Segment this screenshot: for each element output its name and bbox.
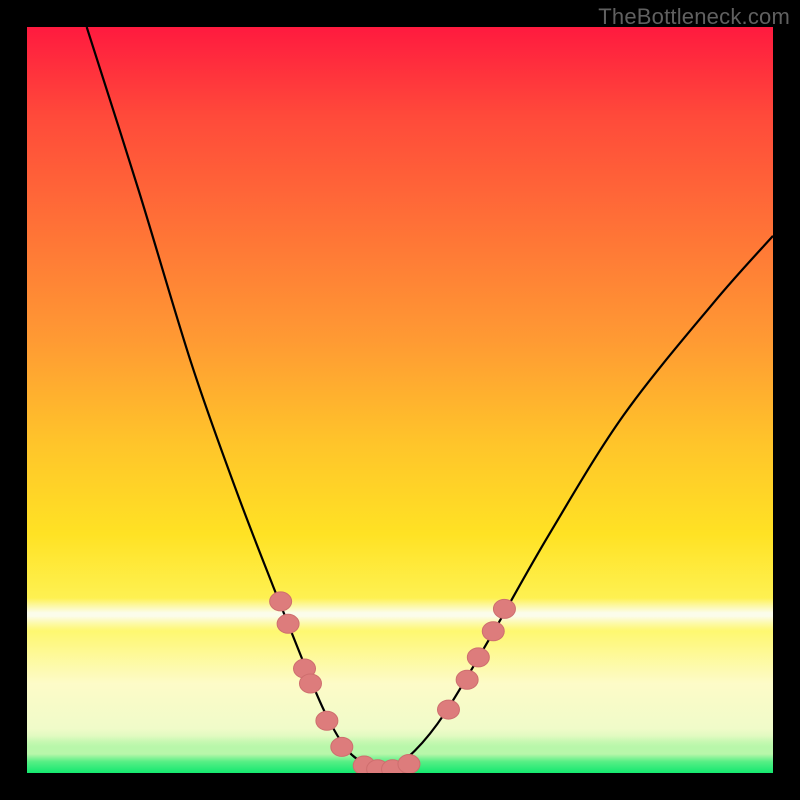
chart-frame: TheBottleneck.com [0, 0, 800, 800]
data-dot [467, 648, 489, 667]
data-dot [270, 592, 292, 611]
data-dot [398, 755, 420, 773]
bottleneck-curve [87, 27, 773, 767]
chart-svg [27, 27, 773, 773]
data-dot [482, 622, 504, 641]
data-dot [493, 599, 515, 618]
data-dot [316, 711, 338, 730]
data-dot [331, 737, 353, 756]
data-dot [456, 670, 478, 689]
plot-area [27, 27, 773, 773]
data-dot [277, 614, 299, 633]
data-dots [270, 592, 516, 773]
data-dot [299, 674, 321, 693]
watermark-text: TheBottleneck.com [598, 4, 790, 30]
data-dot [437, 700, 459, 719]
